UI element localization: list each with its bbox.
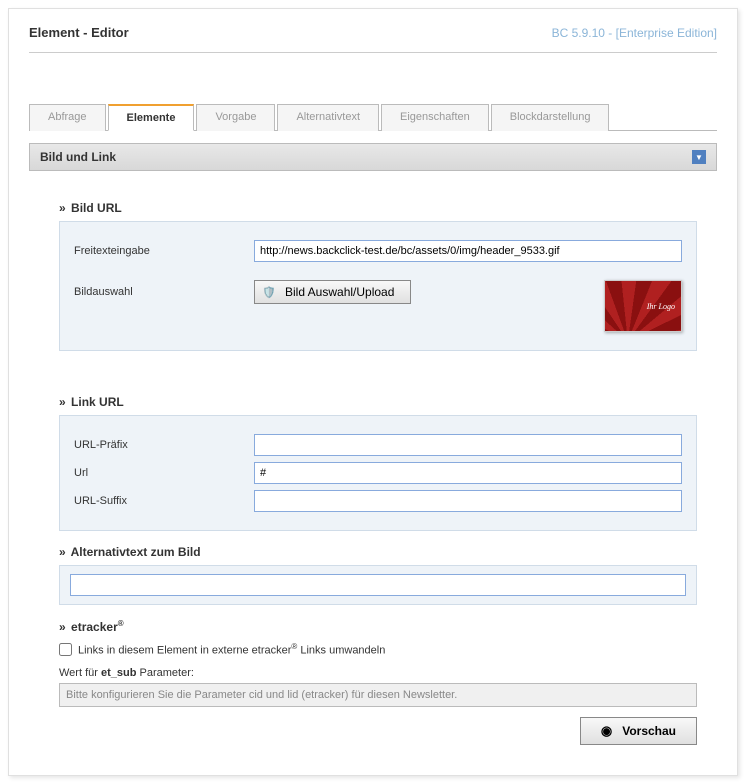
tab-elemente[interactable]: Elemente <box>108 104 195 131</box>
eye-icon: ◉ <box>601 723 612 739</box>
alttext-input[interactable] <box>70 574 686 596</box>
bild-url-block: Freitexteingabe Bildauswahl 🛡️ Bild Ausw… <box>59 221 697 351</box>
link-url-heading: » Link URL <box>59 395 697 409</box>
section-title: Bild und Link <box>40 150 116 164</box>
editor-panel: Element - Editor BC 5.9.10 - [Enterprise… <box>8 8 738 776</box>
bild-url-heading: » Bild URL <box>59 201 697 215</box>
tab-blockdarstellung[interactable]: Blockdarstellung <box>491 104 610 131</box>
bildauswahl-label: Bildauswahl <box>74 286 254 298</box>
tab-alternativtext[interactable]: Alternativtext <box>277 104 379 131</box>
section-header: Bild und Link ▼ <box>29 143 717 171</box>
alttext-block <box>59 565 697 605</box>
freitext-label: Freitexteingabe <box>74 245 254 257</box>
url-suffix-label: URL-Suffix <box>74 495 254 507</box>
url-label: Url <box>74 467 254 479</box>
tab-vorgabe[interactable]: Vorgabe <box>196 104 275 131</box>
etsub-param-label: Wert für et_sub Parameter: <box>59 667 697 679</box>
bild-auswahl-button[interactable]: 🛡️ Bild Auswahl/Upload <box>254 280 411 304</box>
etracker-heading: » etracker® <box>59 619 697 634</box>
link-url-block: URL-Präfix Url URL-Suffix <box>59 415 697 531</box>
image-thumbnail[interactable]: Ihr Logo <box>604 280 682 332</box>
shield-icon: 🛡️ <box>261 284 277 300</box>
etsub-param-input <box>59 683 697 707</box>
freitext-input[interactable] <box>254 240 682 262</box>
etracker-checkbox[interactable] <box>59 643 72 656</box>
tab-bar: Abfrage Elemente Vorgabe Alternativtext … <box>29 103 717 131</box>
url-prefix-label: URL-Präfix <box>74 439 254 451</box>
tab-eigenschaften[interactable]: Eigenschaften <box>381 104 489 131</box>
header: Element - Editor BC 5.9.10 - [Enterprise… <box>29 25 717 53</box>
url-prefix-input[interactable] <box>254 434 682 456</box>
section-content: » Bild URL Freitexteingabe Bildauswahl 🛡… <box>29 171 717 755</box>
url-suffix-input[interactable] <box>254 490 682 512</box>
preview-button[interactable]: ◉ Vorschau <box>580 717 697 745</box>
page-title: Element - Editor <box>29 25 129 40</box>
etracker-checkbox-label: Links in diesem Element in externe etrac… <box>78 642 385 657</box>
collapse-icon[interactable]: ▼ <box>692 150 706 164</box>
tab-abfrage[interactable]: Abfrage <box>29 104 106 131</box>
alttext-heading: » Alternativtext zum Bild <box>59 545 697 559</box>
url-input[interactable] <box>254 462 682 484</box>
version-label: BC 5.9.10 - [Enterprise Edition] <box>552 26 717 40</box>
